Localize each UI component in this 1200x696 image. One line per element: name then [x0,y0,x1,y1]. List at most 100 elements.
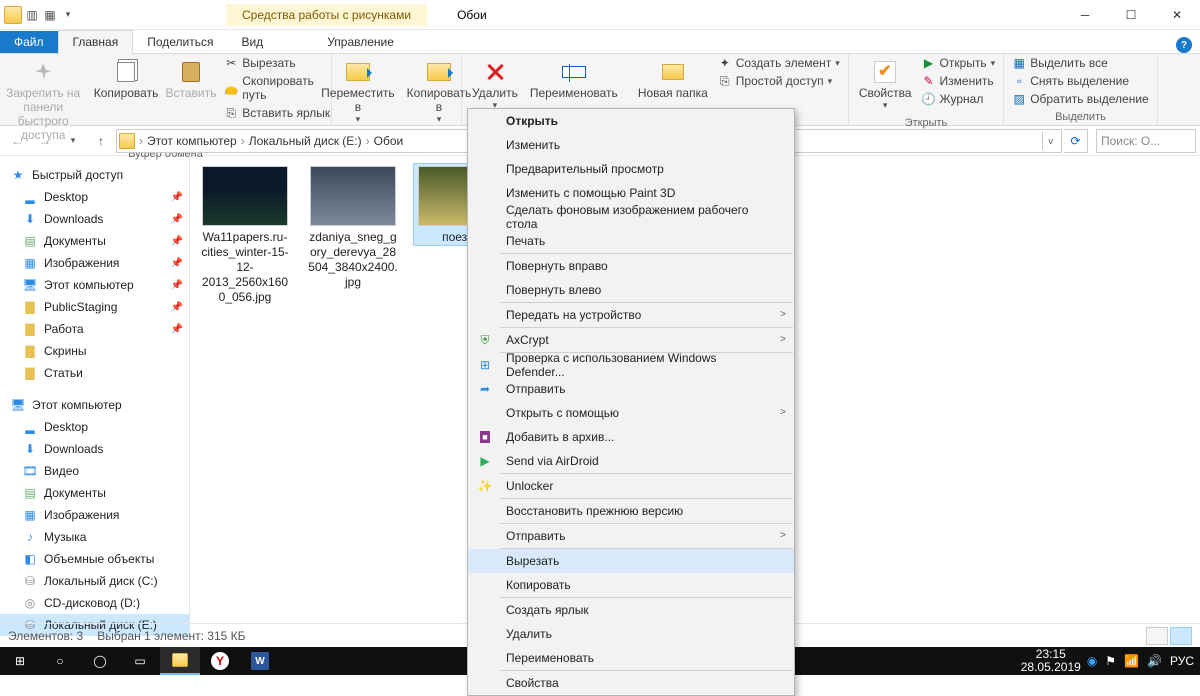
taskview-button[interactable]: ▭ [120,647,160,675]
close-button[interactable]: ✕ [1154,0,1200,30]
context-menu-item[interactable]: ⊞Проверка с использованием Windows Defen… [468,353,794,377]
refresh-button[interactable]: ⟳ [1064,129,1088,153]
properties-button[interactable]: Свойства ▾ [853,54,918,115]
wifi-icon[interactable]: 📶 [1124,654,1139,668]
context-menu-item[interactable]: Отправить> [468,524,794,548]
new-folder-button[interactable]: Новая папка [632,54,714,104]
quick-access-header[interactable]: ★Быстрый доступ [0,164,189,186]
maximize-button[interactable]: ☐ [1108,0,1154,30]
nav-pc-downloads[interactable]: ⬇Downloads [0,438,189,460]
context-menu-label: Сделать фоновым изображением рабочего ст… [506,203,776,231]
breadcrumb-segment[interactable]: Обои [374,134,404,148]
nav-rabota[interactable]: ▇Работа📌 [0,318,189,340]
select-all-button[interactable]: ▦Выделить все [1008,54,1153,72]
nav-disk-c[interactable]: ⛁Локальный диск (C:) [0,570,189,592]
explorer-taskbar-icon[interactable] [160,647,200,675]
new-item-button[interactable]: ✦Создать элемент ▾ [714,54,844,72]
forward-button[interactable]: → [32,128,58,154]
qat-newfolder-icon[interactable]: ▦ [42,7,58,23]
tab-manage[interactable]: Управление [313,31,408,53]
context-menu-item[interactable]: Изменить [468,133,794,157]
delete-icon [485,62,505,82]
back-button[interactable]: ← [4,128,30,154]
language-indicator[interactable]: РУС [1170,654,1194,668]
context-menu-item[interactable]: Создать ярлык [468,598,794,622]
breadcrumb-segment[interactable]: Этот компьютер [147,134,237,148]
context-menu-label: Печать [506,234,545,248]
invert-selection-button[interactable]: ▨Обратить выделение [1008,90,1153,108]
context-menu-item[interactable]: Повернуть влево [468,278,794,302]
context-menu-item[interactable]: Сделать фоновым изображением рабочего ст… [468,205,794,229]
context-menu-item[interactable]: Предварительный просмотр [468,157,794,181]
yandex-taskbar-icon[interactable]: Y [200,647,240,675]
easy-access-button[interactable]: ⎘Простой доступ ▾ [714,72,844,90]
context-menu-item[interactable]: Переименовать [468,646,794,670]
help-icon[interactable]: ? [1176,37,1192,53]
nav-pc-documents[interactable]: ▤Документы [0,482,189,504]
nav-publicstaging[interactable]: ▇PublicStaging📌 [0,296,189,318]
nav-pictures[interactable]: ▦Изображения📌 [0,252,189,274]
address-dropdown-icon[interactable]: v [1042,132,1060,150]
details-view-button[interactable] [1146,627,1168,645]
nav-documents[interactable]: ▤Документы📌 [0,230,189,252]
nav-pc-pictures[interactable]: ▦Изображения [0,504,189,526]
open-button[interactable]: ▶Открыть ▾ [918,54,1000,72]
tray-icon[interactable]: ⚑ [1105,654,1116,668]
copy-button[interactable]: Копировать [90,54,161,104]
tab-home[interactable]: Главная [58,30,134,54]
qat-properties-icon[interactable]: ▥ [24,7,40,23]
nav-pc-video[interactable]: 🎞Видео [0,460,189,482]
breadcrumb-segment[interactable]: Локальный диск (E:) [249,134,362,148]
edit-button[interactable]: ✎Изменить [918,72,1000,90]
tray-icon[interactable]: ◉ [1087,654,1097,668]
volume-icon[interactable]: 🔊 [1147,654,1162,668]
cortana-button[interactable]: ◯ [80,647,120,675]
context-menu-item[interactable]: Повернуть вправо [468,254,794,278]
start-button[interactable]: ⊞ [0,647,40,675]
context-menu-item[interactable]: Открыть [468,109,794,133]
nav-pc-music[interactable]: ♪Музыка [0,526,189,548]
nav-screeny[interactable]: ▇Скрины [0,340,189,362]
context-menu-item[interactable]: Печать [468,229,794,253]
clock[interactable]: 23:15 28.05.2019 [1015,646,1087,676]
context-menu-item[interactable]: ▶Send via AirDroid [468,449,794,473]
nav-cd-d[interactable]: ◎CD-дисковод (D:) [0,592,189,614]
context-menu-item[interactable]: Восстановить прежнюю версию [468,499,794,523]
history-button[interactable]: 🕘Журнал [918,90,1000,108]
context-menu-item[interactable]: ✨Unlocker [468,474,794,498]
tab-view[interactable]: Вид [227,31,277,53]
delete-button[interactable]: Удалить ▾ [466,54,524,115]
context-menu-item[interactable]: Копировать [468,573,794,597]
this-pc-header[interactable]: 🖥Этот компьютер [0,394,189,416]
move-to-button[interactable]: Переместить в ▾ [315,54,400,129]
search-input[interactable]: Поиск: О... [1096,129,1196,153]
rename-button[interactable]: Переименовать [524,54,624,104]
word-taskbar-icon[interactable]: W [240,647,280,675]
paste-button[interactable]: Вставить [162,54,221,104]
up-button[interactable]: ↑ [88,128,114,154]
context-menu-item[interactable]: ■Добавить в архив... [468,425,794,449]
nav-desktop[interactable]: ▂Desktop📌 [0,186,189,208]
context-menu-item[interactable]: Передать на устройство> [468,303,794,327]
thumbnails-view-button[interactable] [1170,627,1192,645]
file-item[interactable]: Wa11papers.ru-cities_winter-15-12-2013_2… [198,164,292,305]
context-menu-item[interactable]: Открыть с помощью> [468,401,794,425]
file-item[interactable]: zdaniya_sneg_gory_derevya_28504_3840x240… [306,164,400,290]
tab-share[interactable]: Поделиться [133,31,227,53]
minimize-button[interactable]: ─ [1062,0,1108,30]
qat-dropdown-icon[interactable]: ▾ [60,7,76,23]
select-none-button[interactable]: ▫Снять выделение [1008,72,1153,90]
nav-pc-desktop[interactable]: ▂Desktop [0,416,189,438]
nav-pc-3d[interactable]: ◧Объемные объекты [0,548,189,570]
nav-downloads[interactable]: ⬇Downloads📌 [0,208,189,230]
nav-thispc-link[interactable]: 🖥Этот компьютер📌 [0,274,189,296]
context-menu-item[interactable]: Удалить [468,622,794,646]
recent-dropdown[interactable]: ▾ [60,128,86,154]
context-menu-item[interactable]: Вырезать [468,549,794,573]
context-menu-item[interactable]: ⛨AxCrypt> [468,328,794,352]
context-menu-item[interactable]: ➦Отправить [468,377,794,401]
nav-stati[interactable]: ▇Статьи [0,362,189,384]
tab-file[interactable]: Файл [0,31,58,53]
search-button[interactable]: ○ [40,647,80,675]
context-menu-item[interactable]: Изменить с помощью Paint 3D [468,181,794,205]
